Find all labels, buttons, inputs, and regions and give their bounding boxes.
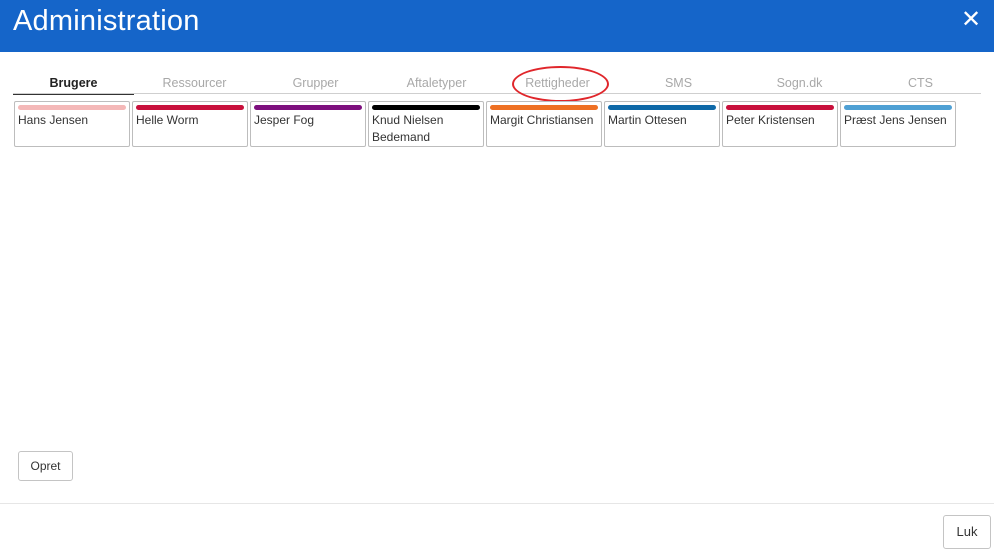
user-color-bar	[726, 105, 834, 110]
user-card[interactable]: Hans Jensen	[14, 101, 130, 147]
user-name: Margit Christiansen	[490, 113, 594, 127]
tab-rettigheder[interactable]: Rettigheder	[497, 74, 618, 94]
user-name: Helle Worm	[136, 113, 199, 127]
user-list: Hans Jensen Helle Worm Jesper Fog Knud N…	[14, 101, 956, 147]
tab-cts[interactable]: CTS	[860, 74, 981, 94]
tab-grupper[interactable]: Grupper	[255, 74, 376, 94]
user-color-bar	[18, 105, 126, 110]
dialog-title: Administration	[13, 5, 200, 37]
user-name: Knud Nielsen Bedemand	[372, 113, 444, 144]
user-name: Præst Jens Jensen	[844, 113, 947, 127]
user-color-bar	[372, 105, 480, 110]
footer-divider	[0, 503, 994, 504]
user-card[interactable]: Jesper Fog	[250, 101, 366, 147]
tab-brugere[interactable]: Brugere	[13, 74, 134, 95]
dialog-header: Administration ✕	[0, 0, 994, 52]
user-card[interactable]: Præst Jens Jensen	[840, 101, 956, 147]
tab-bar: Brugere Ressourcer Grupper Aftaletyper R…	[13, 74, 981, 95]
user-name: Martin Ottesen	[608, 113, 687, 127]
user-card[interactable]: Martin Ottesen	[604, 101, 720, 147]
tab-ressourcer[interactable]: Ressourcer	[134, 74, 255, 94]
user-card[interactable]: Peter Kristensen	[722, 101, 838, 147]
user-name: Peter Kristensen	[726, 113, 815, 127]
user-card[interactable]: Helle Worm	[132, 101, 248, 147]
user-color-bar	[490, 105, 598, 110]
user-color-bar	[254, 105, 362, 110]
user-color-bar	[608, 105, 716, 110]
close-icon[interactable]: ✕	[960, 8, 982, 32]
user-card[interactable]: Knud Nielsen Bedemand	[368, 101, 484, 147]
close-button[interactable]: Luk	[943, 515, 991, 549]
tab-aftaletyper[interactable]: Aftaletyper	[376, 74, 497, 94]
user-color-bar	[136, 105, 244, 110]
create-button[interactable]: Opret	[18, 451, 73, 481]
user-card[interactable]: Margit Christiansen	[486, 101, 602, 147]
user-name: Hans Jensen	[18, 113, 89, 127]
user-color-bar	[844, 105, 952, 110]
user-name: Jesper Fog	[254, 113, 315, 127]
tab-sogn-dk[interactable]: Sogn.dk	[739, 74, 860, 94]
tab-sms[interactable]: SMS	[618, 74, 739, 94]
